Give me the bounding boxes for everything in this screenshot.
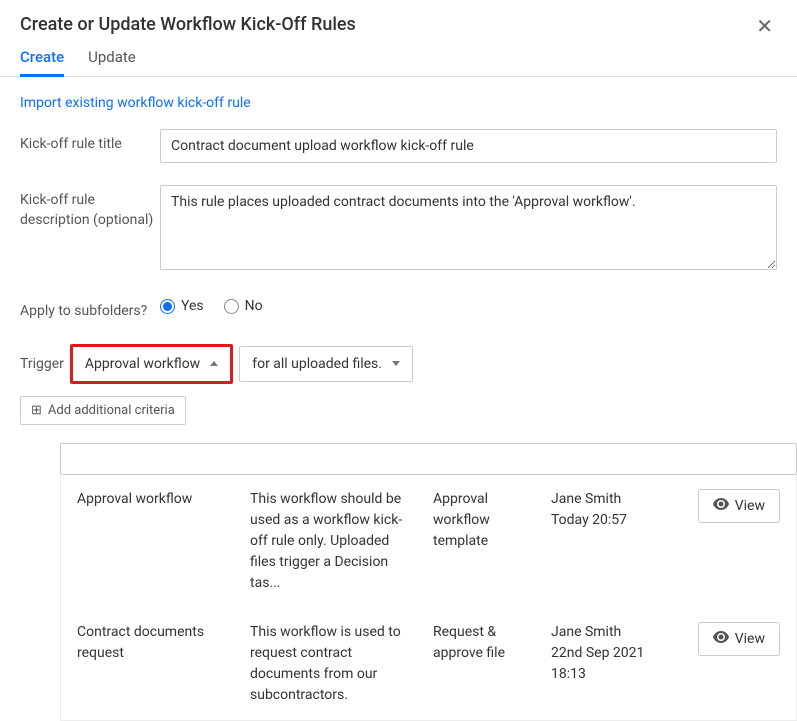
workflow-search[interactable] xyxy=(60,443,797,475)
workflow-date: Today 20:57 xyxy=(551,510,680,531)
radio-icon xyxy=(224,299,239,314)
workflow-author: Jane Smith xyxy=(551,489,680,510)
scope-dropdown[interactable]: for all uploaded files. xyxy=(239,346,413,382)
eye-icon xyxy=(713,631,729,647)
eye-icon xyxy=(713,498,729,514)
plus-icon: ⊞ xyxy=(31,404,42,417)
workflow-author: Jane Smith xyxy=(551,622,680,643)
title-input[interactable] xyxy=(160,129,777,163)
tab-update[interactable]: Update xyxy=(88,48,136,76)
workflow-description: This workflow should be used as a workfl… xyxy=(250,489,415,594)
view-label: View xyxy=(735,631,765,647)
workflow-dropdown-value: Approval workflow xyxy=(85,356,200,372)
close-icon[interactable]: ✕ xyxy=(752,14,777,38)
description-input[interactable]: This rule places uploaded contract docum… xyxy=(160,185,777,270)
workflow-template: Request & approve file xyxy=(433,622,533,664)
modal-title: Create or Update Workflow Kick-Off Rules xyxy=(20,14,356,35)
workflow-dropdown-panel: Approval workflow This workflow should b… xyxy=(60,475,797,721)
workflow-template: Approval workflow template xyxy=(433,489,533,552)
workflow-option[interactable]: Contract documents request This workflow… xyxy=(61,608,796,720)
workflow-dropdown[interactable]: Approval workflow xyxy=(70,344,233,384)
view-label: View xyxy=(735,498,765,514)
scope-dropdown-value: for all uploaded files. xyxy=(252,356,382,372)
radio-no-label: No xyxy=(245,298,263,314)
view-button[interactable]: View xyxy=(698,489,780,523)
description-label: Kick-off rule description (optional) xyxy=(20,185,160,230)
workflow-name: Approval workflow xyxy=(77,489,232,510)
workflow-name: Contract documents request xyxy=(77,622,232,664)
radio-yes-label: Yes xyxy=(181,298,204,314)
chevron-down-icon xyxy=(392,361,400,366)
tab-create[interactable]: Create xyxy=(20,48,64,77)
workflow-description: This workflow is used to request contrac… xyxy=(250,622,415,706)
trigger-label: Trigger xyxy=(20,356,64,372)
radio-yes[interactable]: Yes xyxy=(160,298,204,314)
radio-icon xyxy=(160,299,175,314)
add-criteria-button[interactable]: ⊞ Add additional criteria xyxy=(20,396,186,425)
tabs: Create Update xyxy=(0,38,797,77)
radio-no[interactable]: No xyxy=(224,298,263,314)
workflow-search-input[interactable] xyxy=(71,451,786,467)
workflow-option[interactable]: Approval workflow This workflow should b… xyxy=(61,475,796,608)
workflow-date: 22nd Sep 2021 18:13 xyxy=(551,643,680,685)
view-button[interactable]: View xyxy=(698,622,780,656)
add-criteria-label: Add additional criteria xyxy=(48,403,175,418)
subfolders-label: Apply to subfolders? xyxy=(20,296,160,322)
import-link[interactable]: Import existing workflow kick-off rule xyxy=(20,95,251,111)
chevron-up-icon xyxy=(210,361,218,366)
title-label: Kick-off rule title xyxy=(20,129,160,155)
